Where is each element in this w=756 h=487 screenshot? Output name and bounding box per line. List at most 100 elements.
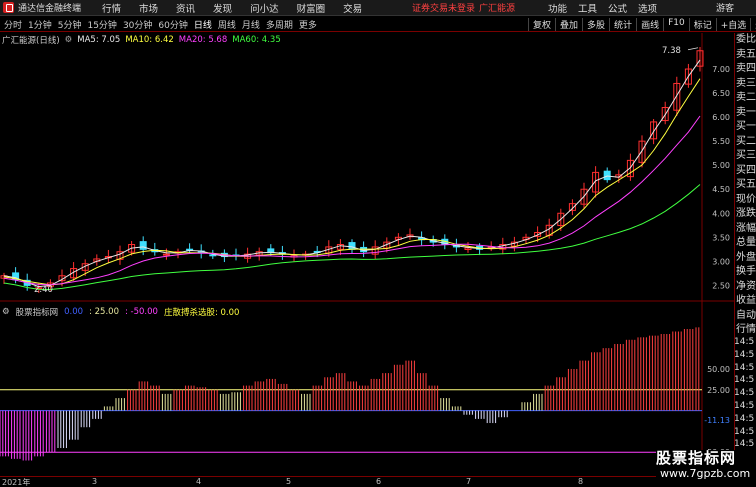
date-tick: 4 <box>196 477 202 486</box>
ma60-line <box>3 184 701 291</box>
candle-body <box>348 242 356 250</box>
period-tab[interactable]: 月线 <box>242 18 260 31</box>
price-tick: 5.50 <box>712 137 730 146</box>
tick-time: 14:5 <box>734 349 755 360</box>
menu-item-options[interactable]: 选项 <box>638 1 657 15</box>
tick-time: 14:5 <box>734 400 755 411</box>
ma5-value: MA5: 7.05 <box>77 35 121 45</box>
tool-button[interactable]: 统计 <box>609 17 636 31</box>
price-tick: 5.00 <box>712 161 730 170</box>
period-toolbar: 分时 1分钟 5分钟 15分钟 30分钟 60分钟 日线 周线 月线 多周期 更多 复权 叠加 多股 统计… <box>0 17 756 32</box>
indicator-legend: ⚙ 股票指标网 0.00 : 25.00 : -50.00 庄散搏杀选股: 0.… <box>2 306 239 318</box>
tick-time: 14:5 <box>734 337 755 347</box>
ma20-value: MA20: 5.68 <box>178 35 228 45</box>
tool-button[interactable]: 标记 <box>688 17 716 31</box>
order-book-label: 买五 <box>736 179 756 190</box>
stock-name: 广汇能源(日线) <box>2 36 60 46</box>
order-book-label: 净资 <box>736 280 756 292</box>
menu-item-trade[interactable]: 交易 <box>343 1 362 15</box>
price-tick: 7.00 <box>712 65 730 74</box>
period-tab[interactable]: 15分钟 <box>87 18 116 31</box>
main-menu: 行情 市场 资讯 发现 问小达 财富圈 交易 <box>102 1 380 15</box>
candle-body <box>603 170 611 181</box>
tool-button[interactable]: 多股 <box>582 17 609 31</box>
tool-button[interactable]: F10 <box>663 17 689 31</box>
high-price-label: 7.38 <box>662 46 681 56</box>
price-tick: 6.50 <box>712 89 730 98</box>
tick-time: 14:5 <box>734 388 755 399</box>
order-book-label: 现价 <box>736 193 756 205</box>
period-tab[interactable]: 5分钟 <box>58 18 82 31</box>
tick-time: 14:5 <box>734 426 755 437</box>
watermark-url: www.7gpzb.com <box>660 467 751 480</box>
period-tabs: 分时 1分钟 5分钟 15分钟 30分钟 60分钟 日线 周线 月线 多周期 更多 <box>4 18 323 31</box>
order-book-label: 买一 <box>736 121 756 132</box>
tool-button[interactable]: 画线 <box>636 17 663 31</box>
tool-button[interactable]: 返回 <box>750 17 756 31</box>
indicator-signal: 庄散搏杀选股: 0.00 <box>163 308 240 318</box>
menu-item-ask[interactable]: 问小达 <box>250 1 279 15</box>
app-title: 通达信金融终端 <box>18 4 82 14</box>
price-tick: 6.00 <box>712 113 730 122</box>
date-tick: 8 <box>578 477 584 486</box>
menu-item-tools[interactable]: 工具 <box>578 1 597 15</box>
indicator-tick: 25.00 <box>707 386 730 395</box>
period-tab[interactable]: 1分钟 <box>28 18 52 31</box>
indicator-value-25: : 25.00 <box>89 307 119 317</box>
order-book-label: 涨跌 <box>736 208 756 219</box>
indicator-name: 股票指标网 <box>15 308 59 318</box>
login-alert-text: 证券交易未登录 <box>412 4 476 14</box>
price-tick: 4.00 <box>712 209 730 218</box>
tool-button[interactable]: 复权 <box>528 17 555 31</box>
order-book-label: 卖五 <box>736 48 756 60</box>
tick-time: 14:5 <box>734 362 755 373</box>
menu-item-formula[interactable]: 公式 <box>608 1 627 15</box>
period-tab[interactable]: 分时 <box>4 18 22 31</box>
login-alert[interactable]: 证券交易未登录 广汇能源 <box>412 1 515 14</box>
order-book-label: 委比 <box>736 34 756 45</box>
menu-item-news[interactable]: 资讯 <box>176 1 195 15</box>
order-book-label: 卖三 <box>736 77 756 89</box>
period-tab[interactable]: 更多 <box>299 18 317 31</box>
tool-button[interactable]: 叠加 <box>555 17 582 31</box>
date-tick: 5 <box>286 477 292 486</box>
order-book-label: 收益 <box>736 295 756 306</box>
period-tab[interactable]: 60分钟 <box>158 18 187 31</box>
period-tab[interactable]: 日线 <box>194 18 212 31</box>
order-book-label: 卖二 <box>736 92 756 103</box>
order-book-label: 换手 <box>736 266 756 277</box>
ma-legend: 广汇能源(日线) ⚙ MA5: 7.05 MA10: 6.42 MA20: 5.… <box>2 34 281 46</box>
price-tick: 3.00 <box>712 257 730 266</box>
tick-time: 14:5 <box>734 413 755 424</box>
period-tab[interactable]: 多周期 <box>266 18 293 31</box>
right-menu: 功能 工具 公式 选项 <box>548 1 668 15</box>
price-tick: 4.50 <box>712 185 730 194</box>
order-book-label: 买二 <box>736 135 756 147</box>
price-tick: 3.50 <box>712 233 730 242</box>
date-tick: 6 <box>376 477 382 486</box>
indicator-tick: -11.13 <box>704 416 730 425</box>
watermark-title: 股票指标网 <box>656 449 737 467</box>
order-book-label: 自动 <box>736 309 756 321</box>
chart-tools: 复权叠加多股统计画线F10标记+自选返回 <box>528 17 756 31</box>
menu-item-functions[interactable]: 功能 <box>548 1 567 15</box>
order-book-label: 外盘 <box>736 251 756 263</box>
kline-chart[interactable]: 7.00 6.50 6.00 5.50 5.00 4.50 4.00 3.50 3.00 2.50… <box>0 33 734 487</box>
menu-item-quotes[interactable]: 行情 <box>102 1 121 15</box>
menu-item-wealth[interactable]: 财富圈 <box>297 1 326 15</box>
date-tick: 3 <box>92 477 98 486</box>
guest-label[interactable]: 游客 <box>716 1 734 14</box>
menu-item-discover[interactable]: 发现 <box>213 1 232 15</box>
order-book-label: 买三 <box>736 150 756 161</box>
period-tab[interactable]: 周线 <box>218 18 236 31</box>
tool-button[interactable]: +自选 <box>715 17 751 31</box>
high-price-pointer <box>687 47 699 51</box>
ma10-value: MA10: 6.42 <box>125 35 174 45</box>
menu-item-market[interactable]: 市场 <box>139 1 158 15</box>
indicator-value-neg50: : -50.00 <box>124 307 158 317</box>
top-bar: 通达信金融终端 行情 市场 资讯 发现 问小达 财富圈 交易 证券交易未登录 广汇… <box>0 0 756 16</box>
order-book-label: 卖一 <box>736 106 756 118</box>
period-tab[interactable]: 30分钟 <box>123 18 152 31</box>
indicator-gear-icon[interactable]: ⚙ <box>2 307 10 317</box>
settings-gear-icon[interactable]: ⚙ <box>65 35 73 45</box>
